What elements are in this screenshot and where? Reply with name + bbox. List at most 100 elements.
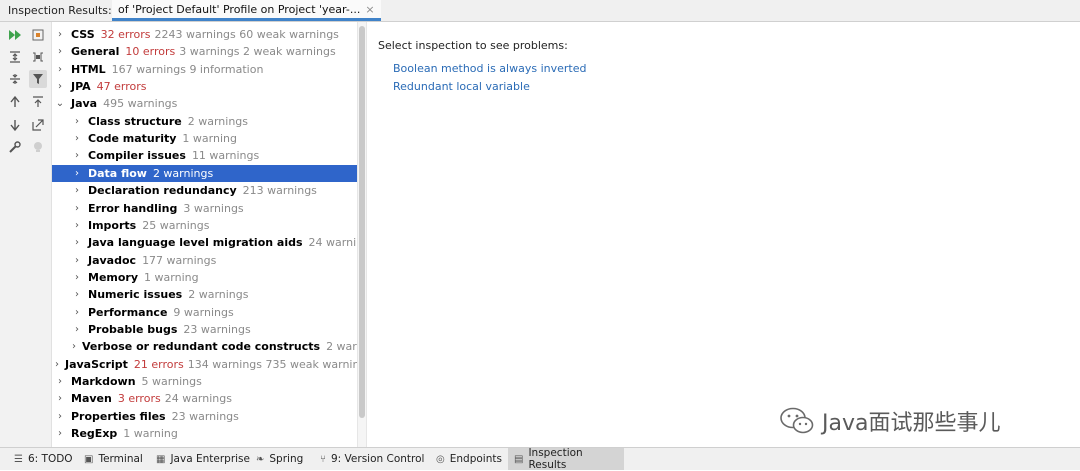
chevron-right-icon[interactable]: › bbox=[72, 116, 82, 127]
scrollbar-thumb[interactable] bbox=[359, 26, 365, 418]
version-control-button[interactable]: ⑂ 9: Version Control bbox=[314, 448, 430, 470]
tree-row-name: Imports bbox=[88, 218, 137, 232]
tree-row[interactable]: › Verbose or redundant code constructs 2 w… bbox=[52, 338, 357, 355]
tree-row[interactable]: › Code maturity 1 warning bbox=[52, 130, 357, 147]
warning-count: 11 warnings bbox=[191, 149, 260, 163]
tree-row[interactable]: ⌄ Java 495 warnings bbox=[52, 95, 357, 112]
inspection-results-button[interactable]: ▤ Inspection Results bbox=[508, 447, 624, 471]
inspection-link[interactable]: Boolean method is always inverted bbox=[393, 62, 586, 75]
inspection-results-label: Inspection Results bbox=[528, 447, 583, 471]
chevron-right-icon[interactable]: › bbox=[72, 203, 82, 214]
java-enterprise-button[interactable]: ▦ Java Enterprise bbox=[150, 448, 256, 470]
tree-row[interactable]: › Error handling 3 warnings bbox=[52, 200, 357, 217]
endpoints-button[interactable]: ◎ Endpoints bbox=[430, 448, 508, 470]
collapse-all-icon[interactable] bbox=[6, 70, 24, 88]
chevron-right-icon[interactable]: › bbox=[55, 81, 65, 92]
tree-row[interactable]: › Imports 25 warnings bbox=[52, 217, 357, 234]
chevron-right-icon[interactable]: › bbox=[55, 46, 65, 57]
tree-row[interactable]: › CSS 32 errors 2243 warnings 60 weak warni… bbox=[52, 26, 357, 43]
tree-row[interactable]: › Class structure 2 warnings bbox=[52, 113, 357, 130]
chevron-right-icon[interactable]: › bbox=[72, 133, 82, 144]
java-enterprise-label: Java Enterprise bbox=[170, 453, 250, 465]
warning-count: 1 warning bbox=[123, 427, 178, 441]
tree-row[interactable]: › Numeric issues 2 warnings bbox=[52, 286, 357, 303]
tree-row-name: Declaration redundancy bbox=[88, 184, 237, 198]
terminal-label: Terminal bbox=[98, 453, 143, 465]
warning-count: 23 warnings bbox=[183, 322, 251, 336]
previous-icon[interactable] bbox=[6, 93, 24, 111]
tree-row[interactable]: › Java language level migration aids 24 wa… bbox=[52, 234, 357, 251]
tree-row-name: Numeric issues bbox=[88, 288, 183, 302]
tree-row-name: Data flow bbox=[88, 166, 147, 180]
todo-button[interactable]: ☰ 6: TODO bbox=[8, 448, 79, 470]
error-count: 21 errors bbox=[133, 357, 184, 371]
globe-icon: ◎ bbox=[436, 453, 445, 465]
open-external-icon[interactable] bbox=[29, 116, 47, 134]
tree-row-name: HTML bbox=[71, 62, 106, 76]
terminal-button[interactable]: ▣ Terminal bbox=[78, 448, 149, 470]
chevron-right-icon[interactable]: › bbox=[55, 64, 65, 75]
chevron-right-icon[interactable]: › bbox=[72, 272, 82, 283]
chevron-right-icon[interactable]: › bbox=[72, 237, 82, 248]
tree-row-name: Java language level migration aids bbox=[88, 236, 303, 250]
warning-count: 25 warnings bbox=[142, 218, 210, 232]
close-icon[interactable]: × bbox=[365, 3, 374, 16]
select-inspection-prompt: Select inspection to see problems: bbox=[378, 39, 568, 52]
tree-row[interactable]: › HTML 167 warnings 9 information bbox=[52, 61, 357, 78]
inspection-icon: ▤ bbox=[514, 453, 524, 465]
inspection-tab[interactable]: of 'Project Default' Profile on Project … bbox=[112, 0, 381, 21]
chevron-down-icon[interactable]: ⌄ bbox=[55, 98, 65, 109]
chevron-right-icon[interactable]: › bbox=[55, 376, 65, 387]
chevron-right-icon[interactable]: › bbox=[72, 150, 82, 161]
expand-all-icon[interactable] bbox=[6, 48, 24, 66]
filter-icon[interactable] bbox=[29, 70, 47, 88]
tree-row[interactable]: › Memory 1 warning bbox=[52, 269, 357, 286]
next-icon[interactable] bbox=[6, 116, 24, 134]
tree-row[interactable]: › RegExp 1 warning bbox=[52, 425, 357, 442]
tree-row-name: Code maturity bbox=[88, 132, 177, 146]
chevron-right-icon[interactable]: › bbox=[72, 168, 82, 179]
tree-row[interactable]: › Probable bugs 23 warnings bbox=[52, 321, 357, 338]
chevron-right-icon[interactable]: › bbox=[72, 220, 82, 231]
tree-row[interactable]: › Properties files 23 warnings bbox=[52, 408, 357, 425]
warning-count: 2 warnings bbox=[187, 114, 249, 128]
warning-count: 134 warnings 735 weak warnings bbox=[187, 357, 357, 371]
tree-row-name: Performance bbox=[88, 305, 168, 319]
spring-button[interactable]: ❧ Spring bbox=[250, 448, 309, 470]
chevron-right-icon[interactable]: › bbox=[55, 393, 65, 404]
tree-row[interactable]: › JPA 47 errors bbox=[52, 78, 357, 95]
rerun-icon[interactable] bbox=[6, 26, 24, 44]
inspection-link[interactable]: Redundant local variable bbox=[393, 80, 530, 93]
autoscroll-icon[interactable] bbox=[29, 93, 47, 111]
tree-row[interactable]: › Data flow 2 warnings bbox=[52, 164, 357, 182]
chevron-right-icon[interactable]: › bbox=[72, 185, 82, 196]
tree-row[interactable]: › Declaration redundancy 213 warnings bbox=[52, 182, 357, 199]
tree-row[interactable]: › Javadoc 177 warnings bbox=[52, 252, 357, 269]
chevron-right-icon[interactable]: › bbox=[55, 359, 59, 370]
settings-wrench-icon[interactable] bbox=[6, 138, 24, 156]
export-icon[interactable] bbox=[29, 26, 47, 44]
branch-icon: ⑂ bbox=[320, 453, 326, 465]
chevron-right-icon[interactable]: › bbox=[72, 341, 76, 352]
tree-row[interactable]: › General 10 errors 3 warnings 2 weak warni… bbox=[52, 43, 357, 60]
chevron-right-icon[interactable]: › bbox=[72, 307, 82, 318]
chevron-right-icon[interactable]: › bbox=[72, 324, 82, 335]
error-count: 10 errors bbox=[125, 45, 176, 59]
tree-row[interactable]: › Maven 3 errors 24 warnings bbox=[52, 390, 357, 407]
chevron-right-icon[interactable]: › bbox=[55, 29, 65, 40]
chevron-right-icon[interactable]: › bbox=[72, 255, 82, 266]
chevron-right-icon[interactable]: › bbox=[72, 289, 82, 300]
error-count: 47 errors bbox=[96, 80, 147, 94]
chevron-right-icon[interactable]: › bbox=[55, 428, 65, 439]
warning-count: 177 warnings bbox=[142, 253, 217, 267]
tree-row-name: CSS bbox=[71, 28, 95, 41]
warning-count: 3 warnings 2 weak warnings bbox=[179, 45, 336, 59]
tree-row[interactable]: › JavaScript 21 errors 134 warnings 735 wea… bbox=[52, 356, 357, 373]
group-icon[interactable] bbox=[29, 48, 47, 66]
tree-row[interactable]: › Markdown 5 warnings bbox=[52, 373, 357, 390]
chevron-right-icon[interactable]: › bbox=[55, 411, 65, 422]
tree-row[interactable]: › Compiler issues 11 warnings bbox=[52, 147, 357, 164]
tree-scrollbar[interactable] bbox=[357, 22, 367, 447]
tree-row[interactable]: › Performance 9 warnings bbox=[52, 304, 357, 321]
warning-count: 23 warnings bbox=[171, 409, 239, 423]
